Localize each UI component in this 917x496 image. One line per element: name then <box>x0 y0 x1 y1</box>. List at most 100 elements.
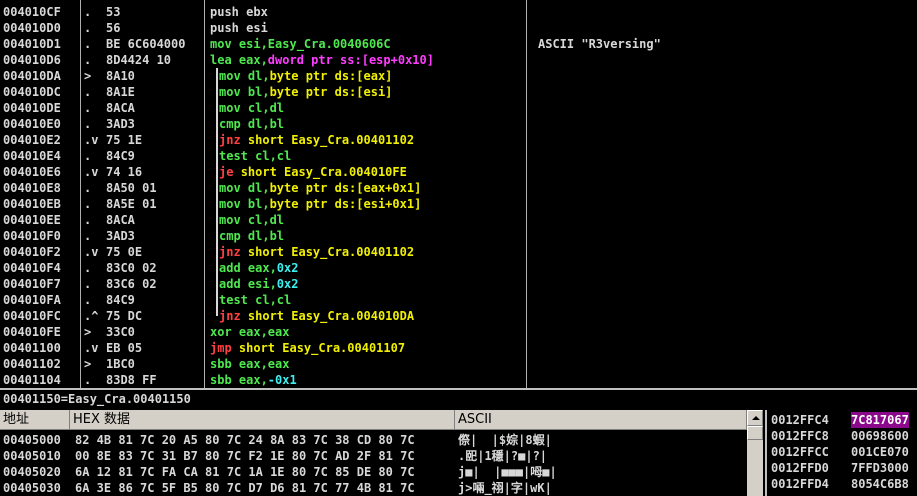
disasm-row[interactable]: 004010D6. 8D4424 10 lea eax,dword ptr ss:[… <box>0 52 917 68</box>
disasm-row[interactable]: 004010CF. 53 push ebx <box>0 4 917 20</box>
row-address: 004010F2 <box>3 245 61 259</box>
stack-row[interactable]: 0012FFC4 7C817067 <box>767 412 917 428</box>
disasm-row[interactable]: 004010E6 .v 74 16 je short Easy_Cra.004010F… <box>0 164 917 180</box>
stack-row[interactable]: 0012FFD4 8054C6B8 <box>767 476 917 492</box>
disassembly-pane[interactable]: 004010CF. 53 push ebx 004010D0. 56 push esi 00… <box>0 0 917 388</box>
stack-value: 8054C6B8 <box>851 477 909 491</box>
row-address: 004010F4 <box>3 261 61 275</box>
row-marker: . <box>84 213 92 227</box>
column-header-address[interactable]: 地址 <box>0 410 70 430</box>
row-address: 004010E4 <box>3 149 61 163</box>
disasm-row[interactable]: 004010EB. 8A5E 01 mov bl,byte ptr ds:[esi+… <box>0 196 917 212</box>
row-address: 004010DC <box>3 85 61 99</box>
row-instruction: push esi <box>210 20 268 36</box>
disasm-row[interactable]: 004010EE. 8ACA mov cl,dl <box>0 212 917 228</box>
row-instruction: sbb eax,-0x1 <box>210 372 297 388</box>
row-address: 00401104 <box>3 373 61 387</box>
row-opcode-bytes: 74 16 <box>106 165 143 179</box>
row-opcode-bytes: 8A5E 01 <box>106 197 157 211</box>
disasm-row[interactable]: 004010F0. 3AD3 cmp dl,bl <box>0 228 917 244</box>
instruction-part: cmp dl,bl <box>219 229 285 243</box>
dump-hex: 6A 12 81 7C FA CA 81 7C 1A 1E 80 7C 85 D… <box>75 465 415 479</box>
stack-row[interactable]: 0012FFCC 001CE070 <box>767 444 917 460</box>
scroll-thumb[interactable] <box>747 426 763 440</box>
row-opcode-bytes: 84C9 <box>106 149 135 163</box>
row-address: 004010F0 <box>3 229 61 243</box>
row-opcode-bytes: 8ACA <box>106 213 135 227</box>
row-address: 004010E8 <box>3 181 61 195</box>
disasm-row[interactable]: 004010FE >33C0 xor eax,eax <box>0 324 917 340</box>
row-marker: > <box>84 325 92 339</box>
row-opcode-bytes: EB 05 <box>106 341 143 355</box>
row-instruction: mov bl,byte ptr ds:[esi+0x1] <box>219 196 421 212</box>
row-marker: .v <box>84 165 99 179</box>
row-marker: > <box>84 69 92 83</box>
instruction-part: sbb eax, <box>210 373 268 387</box>
row-instruction: add eax,0x2 <box>219 260 298 276</box>
stack-pane[interactable]: 0012FFC4 7C817067 0012FFC8 00698600 0012FFCC… <box>765 410 917 496</box>
row-opcode-bytes: 75 0E <box>106 245 143 259</box>
disasm-row[interactable]: 004010DC. 8A1E mov bl,byte ptr ds:[esi] <box>0 84 917 100</box>
instruction-part: mov bl, <box>219 85 270 99</box>
instruction-part: je <box>219 165 241 179</box>
hex-dump-pane[interactable]: 地址 HEX 数据 ASCII 00405000 82 4B 81 7C 20 A… <box>0 410 763 496</box>
column-header-ascii[interactable]: ASCII <box>455 410 747 430</box>
row-marker: . <box>84 149 92 163</box>
row-opcode-bytes: 8ACA <box>106 101 135 115</box>
dump-ascii: 傺| |$婃|8蝦| <box>458 433 552 447</box>
disasm-row[interactable]: 004010F2 .v 75 0E jnz short Easy_Cra.004011… <box>0 244 917 260</box>
dump-scrollbar[interactable] <box>747 410 763 496</box>
disasm-row[interactable]: 004010E2 .v 75 1E jnz short Easy_Cra.004011… <box>0 132 917 148</box>
disasm-row[interactable]: 004010DA >8A10 mov dl,byte ptr ds:[eax] <box>0 68 917 84</box>
instruction-part: jmp <box>210 341 239 355</box>
instruction-part: short Easy_Cra.00401102 <box>247 245 415 259</box>
disasm-row[interactable]: 00401102 >1BC0 sbb eax,eax <box>0 356 917 372</box>
row-marker: . <box>84 373 92 387</box>
row-opcode-bytes: 53 <box>106 5 121 19</box>
row-instruction: sbb eax,eax <box>210 356 289 372</box>
row-opcode-bytes: 8D4424 10 <box>106 53 172 67</box>
row-opcode-bytes: 75 DC <box>106 309 143 323</box>
disasm-row[interactable]: 004010DE. 8ACA mov cl,dl <box>0 100 917 116</box>
row-opcode-bytes: 75 1E <box>106 133 143 147</box>
disasm-row[interactable]: 004010F4. 83C0 02 add eax,0x2 <box>0 260 917 276</box>
instruction-part: mov bl, <box>219 197 270 211</box>
disasm-row[interactable]: 004010FA. 84C9 test cl,cl <box>0 292 917 308</box>
row-opcode-bytes: 83C6 02 <box>106 277 157 291</box>
row-opcode-bytes: 56 <box>106 21 121 35</box>
row-address: 004010F7 <box>3 277 61 291</box>
row-address: 004010E0 <box>3 117 61 131</box>
disasm-row[interactable]: 004010E8. 8A50 01 mov dl,byte ptr ds:[eax+… <box>0 180 917 196</box>
instruction-part: dword ptr ss:[esp+0x10] <box>267 53 434 67</box>
instruction-part: short Easy_Cra.00401102 <box>247 133 415 147</box>
column-header-hex[interactable]: HEX 数据 <box>70 410 455 430</box>
row-instruction: jnz short Easy_Cra.00401102 <box>219 244 414 260</box>
stack-row[interactable]: 0012FFC8 00698600 <box>767 428 917 444</box>
row-marker: . <box>84 261 92 275</box>
disasm-row[interactable]: 004010F7. 83C6 02 add esi,0x2 <box>0 276 917 292</box>
disasm-row[interactable]: 004010D0. 56 push esi <box>0 20 917 36</box>
instruction-part: 0x2 <box>276 277 299 291</box>
row-address: 004010E2 <box>3 133 61 147</box>
row-address: 004010DA <box>3 69 61 83</box>
instruction-part: byte ptr ds:[eax+0x1] <box>269 181 422 195</box>
instruction-part: jnz <box>219 133 248 147</box>
disasm-row[interactable]: 004010D1. BE 6C604000 mov esi,Easy_Cra.004… <box>0 36 917 52</box>
dump-address: 00405020 <box>3 465 61 479</box>
disasm-row[interactable]: 004010E0. 3AD3 cmp dl,bl <box>0 116 917 132</box>
stack-row[interactable]: 0012FFD0 7FFD3000 <box>767 460 917 476</box>
disasm-row[interactable]: 00401100 .v EB 05 jmp short Easy_Cra.004011… <box>0 340 917 356</box>
row-marker: . <box>84 277 92 291</box>
disasm-row[interactable]: 004010FC .^ 75 DC jnz short Easy_Cra.004010… <box>0 308 917 324</box>
disasm-row[interactable]: 00401104. 83D8 FF sbb eax,-0x1 <box>0 372 917 388</box>
row-address: 004010DE <box>3 101 61 115</box>
row-marker: . <box>84 37 92 51</box>
scroll-up-icon[interactable] <box>747 410 763 426</box>
disasm-row[interactable]: 004010E4. 84C9 test cl,cl <box>0 148 917 164</box>
instruction-part: byte ptr ds:[eax] <box>269 69 393 83</box>
row-address: 00401100 <box>3 341 61 355</box>
info-line: 00401150=Easy_Cra.00401150 <box>0 388 917 408</box>
row-instruction: cmp dl,bl <box>219 228 284 244</box>
row-instruction: mov esi,Easy_Cra.0040606C <box>210 36 391 52</box>
row-address: 00401102 <box>3 357 61 371</box>
